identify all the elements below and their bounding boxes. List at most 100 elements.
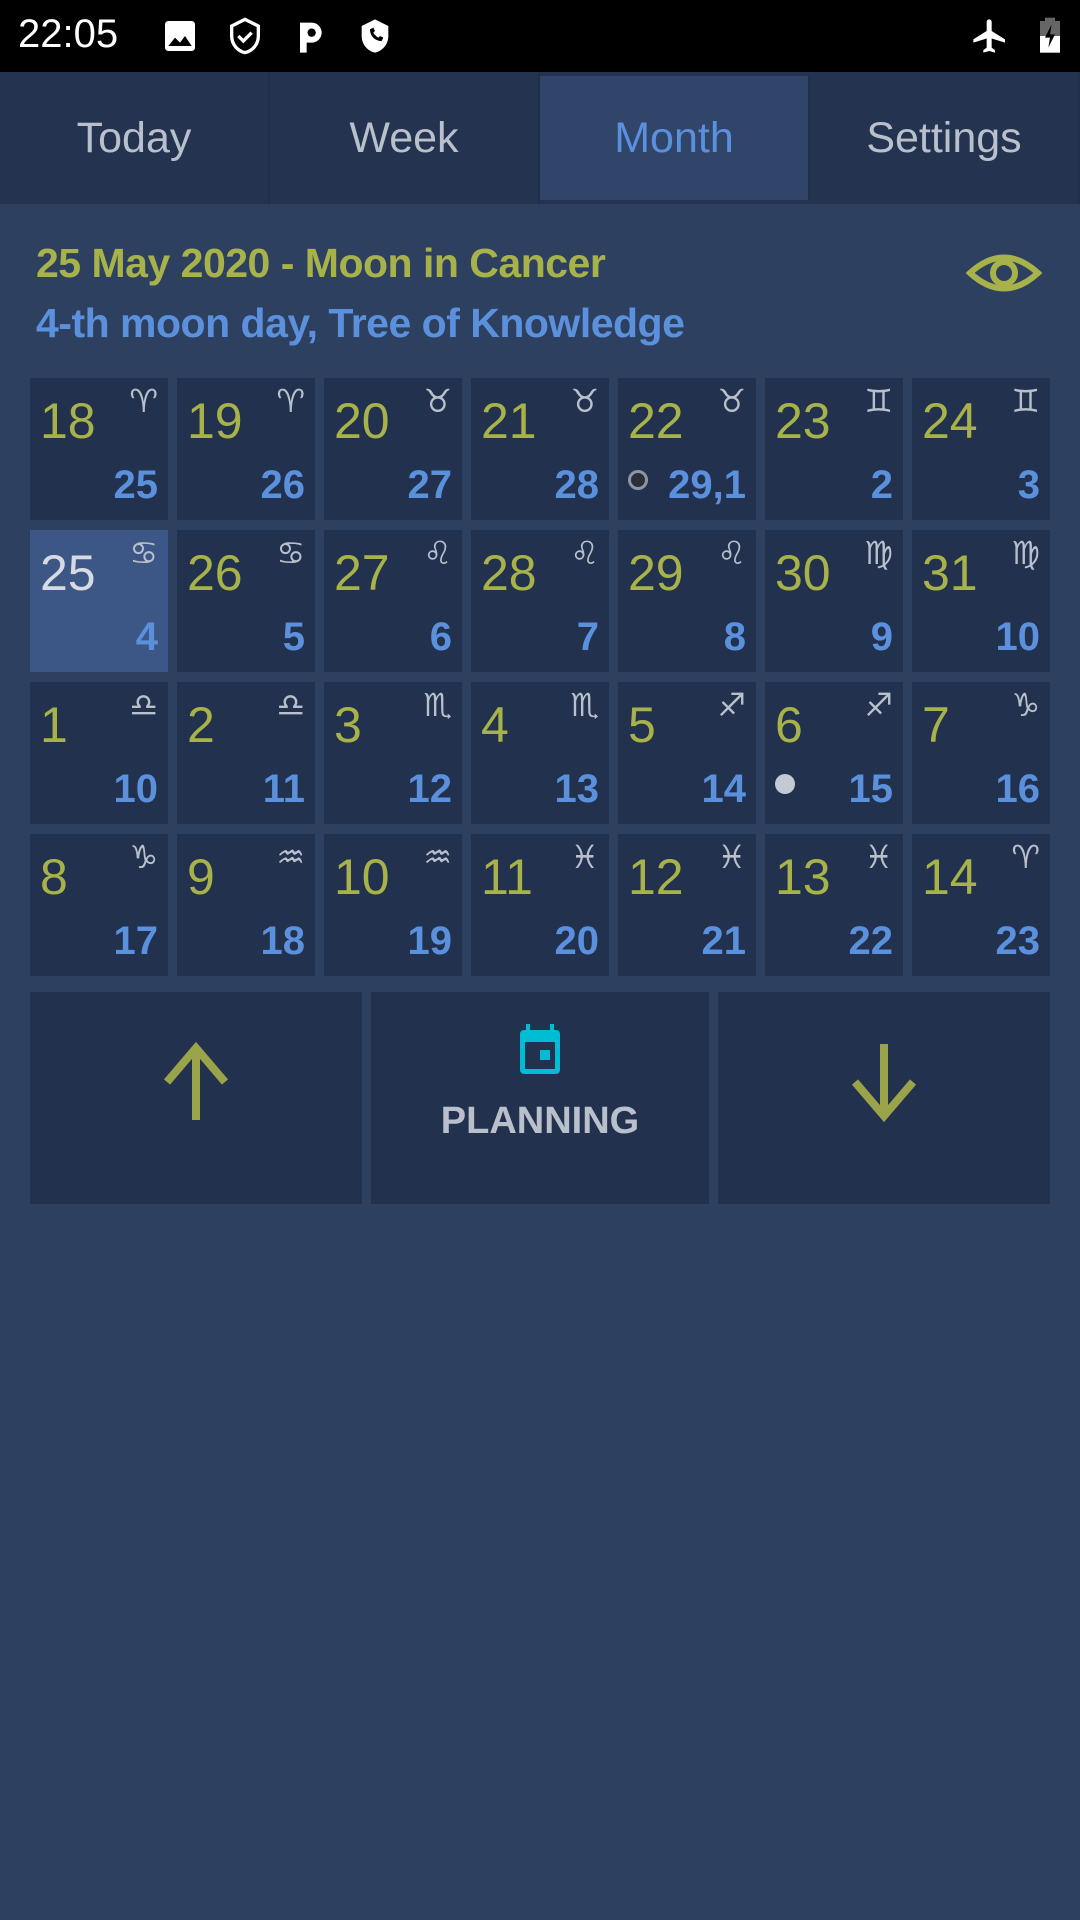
moon-day-number: 22 — [848, 919, 894, 963]
arrow-down-icon — [849, 1042, 919, 1127]
moon-day-number: 18 — [260, 919, 306, 963]
calendar-day[interactable]: 3 ♏ 12 — [324, 682, 462, 824]
previous-button[interactable] — [30, 992, 362, 1204]
tab-bar: Today Week Month Settings — [0, 72, 1080, 204]
day-number: 4 — [481, 697, 509, 753]
zodiac-leo-icon: ♌ — [570, 534, 599, 572]
calendar-day[interactable]: 7 ♑ 16 — [912, 682, 1050, 824]
new-moon-icon — [628, 470, 648, 490]
day-number: 11 — [481, 849, 533, 905]
calendar-day[interactable]: 22 ♉ 29,1 — [618, 378, 756, 520]
date-title: 25 May 2020 - Moon in Cancer — [36, 240, 606, 286]
day-number: 18 — [40, 393, 96, 449]
zodiac-leo-icon: ♌ — [717, 534, 746, 572]
zodiac-pisces-icon: ♓ — [864, 838, 893, 876]
calendar-day[interactable]: 11 ♓ 20 — [471, 834, 609, 976]
day-number: 23 — [775, 393, 831, 449]
calendar-day[interactable]: 13 ♓ 22 — [765, 834, 903, 976]
calendar-day[interactable]: 12 ♓ 21 — [618, 834, 756, 976]
day-number: 27 — [334, 545, 390, 601]
day-number: 25 — [40, 545, 96, 601]
zodiac-scorpio-icon: ♏ — [423, 686, 452, 724]
calendar-day[interactable]: 24 ♊ 3 — [912, 378, 1050, 520]
zodiac-gemini-icon: ♊ — [864, 382, 893, 420]
calendar-day[interactable]: 10 ♒ 19 — [324, 834, 462, 976]
moon-day-number: 23 — [995, 919, 1041, 963]
full-moon-icon — [775, 774, 795, 794]
moon-day-number: 2 — [870, 463, 893, 507]
moon-day-number: 29,1 — [668, 463, 746, 507]
calendar-day[interactable]: 6 ♐ 15 — [765, 682, 903, 824]
zodiac-gemini-icon: ♊ — [1011, 382, 1040, 420]
tab-week[interactable]: Week — [270, 72, 540, 204]
moon-day-number: 8 — [723, 615, 746, 659]
date-header: 25 May 2020 - Moon in Cancer 4-th moon d… — [36, 240, 685, 360]
moon-day-number: 7 — [576, 615, 599, 659]
calendar-day[interactable]: 20 ♉ 27 — [324, 378, 462, 520]
day-number: 19 — [187, 393, 243, 449]
calendar-day[interactable]: 8 ♑ 17 — [30, 834, 168, 976]
day-number: 28 — [481, 545, 537, 601]
calendar-day[interactable]: 18 ♈ 25 — [30, 378, 168, 520]
moon-day-number: 6 — [429, 615, 452, 659]
calendar-day[interactable]: 21 ♉ 28 — [471, 378, 609, 520]
moon-day-subtitle: 4-th moon day, Tree of Knowledge — [36, 300, 685, 346]
moon-day-number: 21 — [701, 919, 747, 963]
calendar-day[interactable]: 27 ♌ 6 — [324, 530, 462, 672]
calendar-day[interactable]: 23 ♊ 2 — [765, 378, 903, 520]
day-number: 22 — [628, 393, 684, 449]
next-button[interactable] — [718, 992, 1050, 1204]
day-number: 29 — [628, 545, 684, 601]
day-number: 7 — [922, 697, 950, 753]
zodiac-aries-icon: ♈ — [1011, 838, 1040, 876]
day-number: 2 — [187, 697, 215, 753]
calendar-day[interactable]: 19 ♈ 26 — [177, 378, 315, 520]
zodiac-leo-icon: ♌ — [423, 534, 452, 572]
zodiac-aquarius-icon: ♒ — [276, 838, 305, 876]
moon-day-number: 12 — [407, 767, 453, 811]
day-number: 31 — [922, 545, 978, 601]
battery-charging-icon — [1030, 16, 1070, 56]
calendar-day[interactable]: 26 ♋ 5 — [177, 530, 315, 672]
calendar-day[interactable]: 5 ♐ 14 — [618, 682, 756, 824]
calendar-icon — [516, 1022, 564, 1083]
calendar-day[interactable]: 4 ♏ 13 — [471, 682, 609, 824]
zodiac-virgo-icon: ♍ — [1011, 534, 1040, 572]
planning-label: PLANNING — [440, 1100, 640, 1142]
zodiac-virgo-icon: ♍ — [864, 534, 893, 572]
planning-button[interactable]: PLANNING — [371, 992, 709, 1204]
calendar-day[interactable]: 1 ♎ 10 — [30, 682, 168, 824]
moon-day-number: 10 — [995, 615, 1041, 659]
day-number: 5 — [628, 697, 656, 753]
zodiac-taurus-icon: ♉ — [423, 382, 452, 420]
eye-icon[interactable] — [965, 248, 1043, 298]
shield-check-icon — [225, 16, 265, 56]
calendar-day[interactable]: 29 ♌ 8 — [618, 530, 756, 672]
moon-day-number: 26 — [260, 463, 306, 507]
calendar-day[interactable]: 9 ♒ 18 — [177, 834, 315, 976]
month-calendar-grid: 18 ♈ 25 19 ♈ 26 20 ♉ 27 21 ♉ 28 22 ♉ 29,1 23 ♊ 2 24 ♊ 3 25 ♋ 4 2… — [30, 378, 1050, 976]
day-number: 26 — [187, 545, 243, 601]
tab-today[interactable]: Today — [0, 72, 270, 204]
moon-day-number: 19 — [407, 919, 453, 963]
moon-day-number: 11 — [262, 767, 305, 811]
zodiac-cancer-icon: ♋ — [276, 534, 305, 572]
calendar-day[interactable]: 14 ♈ 23 — [912, 834, 1050, 976]
tab-month[interactable]: Month — [540, 76, 810, 200]
moon-day-number: 9 — [870, 615, 893, 659]
day-number: 1 — [40, 697, 68, 753]
calendar-day[interactable]: 30 ♍ 9 — [765, 530, 903, 672]
day-number: 3 — [334, 697, 362, 753]
calendar-day-today[interactable]: 25 ♋ 4 — [30, 530, 168, 672]
action-bar: PLANNING — [30, 992, 1050, 1204]
day-number: 24 — [922, 393, 978, 449]
zodiac-taurus-icon: ♉ — [570, 382, 599, 420]
tab-settings[interactable]: Settings — [810, 72, 1080, 204]
calendar-day[interactable]: 31 ♍ 10 — [912, 530, 1050, 672]
day-number: 6 — [775, 697, 803, 753]
zodiac-sagittarius-icon: ♐ — [717, 686, 746, 724]
zodiac-libra-icon: ♎ — [276, 686, 305, 724]
calendar-day[interactable]: 2 ♎ 11 — [177, 682, 315, 824]
calendar-day[interactable]: 28 ♌ 7 — [471, 530, 609, 672]
day-number: 13 — [775, 849, 831, 905]
